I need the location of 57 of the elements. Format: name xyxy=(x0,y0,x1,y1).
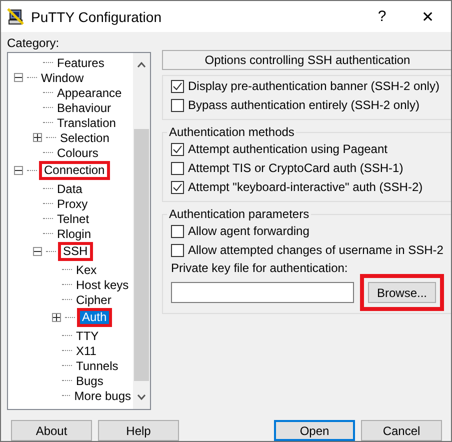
computer-icon xyxy=(7,8,25,26)
expand-icon[interactable] xyxy=(33,133,42,142)
checkbox[interactable] xyxy=(171,142,184,156)
field-label: Private key file for authentication: xyxy=(171,261,349,275)
checkbox-label: Display pre-authentication banner (SSH-2 only) xyxy=(188,79,440,93)
checkbox[interactable] xyxy=(171,244,184,256)
dialog-button[interactable]: Open xyxy=(274,420,355,441)
tree-item[interactable]: Selection xyxy=(58,130,112,144)
group-title: Authentication methods xyxy=(168,125,296,139)
tree-item[interactable]: Features xyxy=(55,56,106,70)
tree-item[interactable]: Data xyxy=(55,182,84,196)
tree-item[interactable]: Behaviour xyxy=(55,100,114,114)
tree-item[interactable]: Connection xyxy=(39,161,110,180)
tree-item[interactable]: More bugs xyxy=(72,388,133,402)
tree-item[interactable]: Translation xyxy=(55,116,118,130)
tree-item[interactable]: Rlogin xyxy=(55,226,94,240)
expand-icon[interactable] xyxy=(52,313,61,322)
tree-item[interactable]: Proxy xyxy=(55,196,90,210)
scrollbar[interactable] xyxy=(133,53,150,409)
category-label: Category: xyxy=(7,36,60,50)
collapse-icon[interactable] xyxy=(33,247,42,256)
tree-item[interactable]: Host keys xyxy=(74,278,131,292)
checkbox-label: Attempt TIS or CryptoCard auth (SSH-1) xyxy=(188,161,404,175)
tree-item[interactable]: SSH xyxy=(58,242,93,261)
group-title: Authentication parameters xyxy=(168,207,310,221)
checkbox-label: Attempt authentication using Pageant xyxy=(188,142,388,156)
checkbox-label: Allow agent forwarding xyxy=(188,224,310,238)
key-file-field[interactable] xyxy=(171,282,354,303)
tree-item[interactable]: TTY xyxy=(74,328,101,342)
collapse-icon[interactable] xyxy=(14,73,23,82)
tree-item[interactable]: Bugs xyxy=(74,374,106,388)
browse-button[interactable]: Browse... xyxy=(368,282,436,303)
tree-item[interactable]: Colours xyxy=(55,146,100,160)
dialog-button[interactable]: Help xyxy=(98,420,179,441)
tree-item[interactable]: Tunnels xyxy=(74,358,120,372)
checkbox-label: Attempt "keyboard-interactive" auth (SSH-2) xyxy=(188,180,423,194)
checkbox-label: Allow attempted changes of username in SSH-2 xyxy=(188,243,444,257)
tree-item[interactable]: Window xyxy=(39,70,86,84)
tree-item[interactable]: Kex xyxy=(74,262,99,276)
tree-item[interactable]: Auth xyxy=(77,308,112,327)
tree-item[interactable]: Telnet xyxy=(55,212,92,226)
checkbox-label: Bypass authentication entirely (SSH-2 only) xyxy=(188,98,420,112)
window-title: PuTTY Configuration xyxy=(31,8,162,24)
dialog-button[interactable]: About xyxy=(11,420,92,441)
tree-item[interactable]: Cipher xyxy=(74,292,114,306)
dialog-button[interactable]: Cancel xyxy=(361,420,442,441)
panel-header: Options controlling SSH authentication xyxy=(162,50,451,70)
tree-item[interactable]: X11 xyxy=(74,344,98,358)
close-button[interactable]: ✕ xyxy=(405,1,451,32)
help-button[interactable]: ? xyxy=(359,1,405,32)
checkbox[interactable] xyxy=(171,98,184,112)
checkbox[interactable] xyxy=(171,224,184,238)
checkbox[interactable] xyxy=(171,162,184,174)
collapse-icon[interactable] xyxy=(14,166,23,175)
checkbox[interactable] xyxy=(171,80,184,92)
tree-item[interactable]: Appearance xyxy=(55,86,124,100)
checkbox[interactable] xyxy=(171,180,184,194)
